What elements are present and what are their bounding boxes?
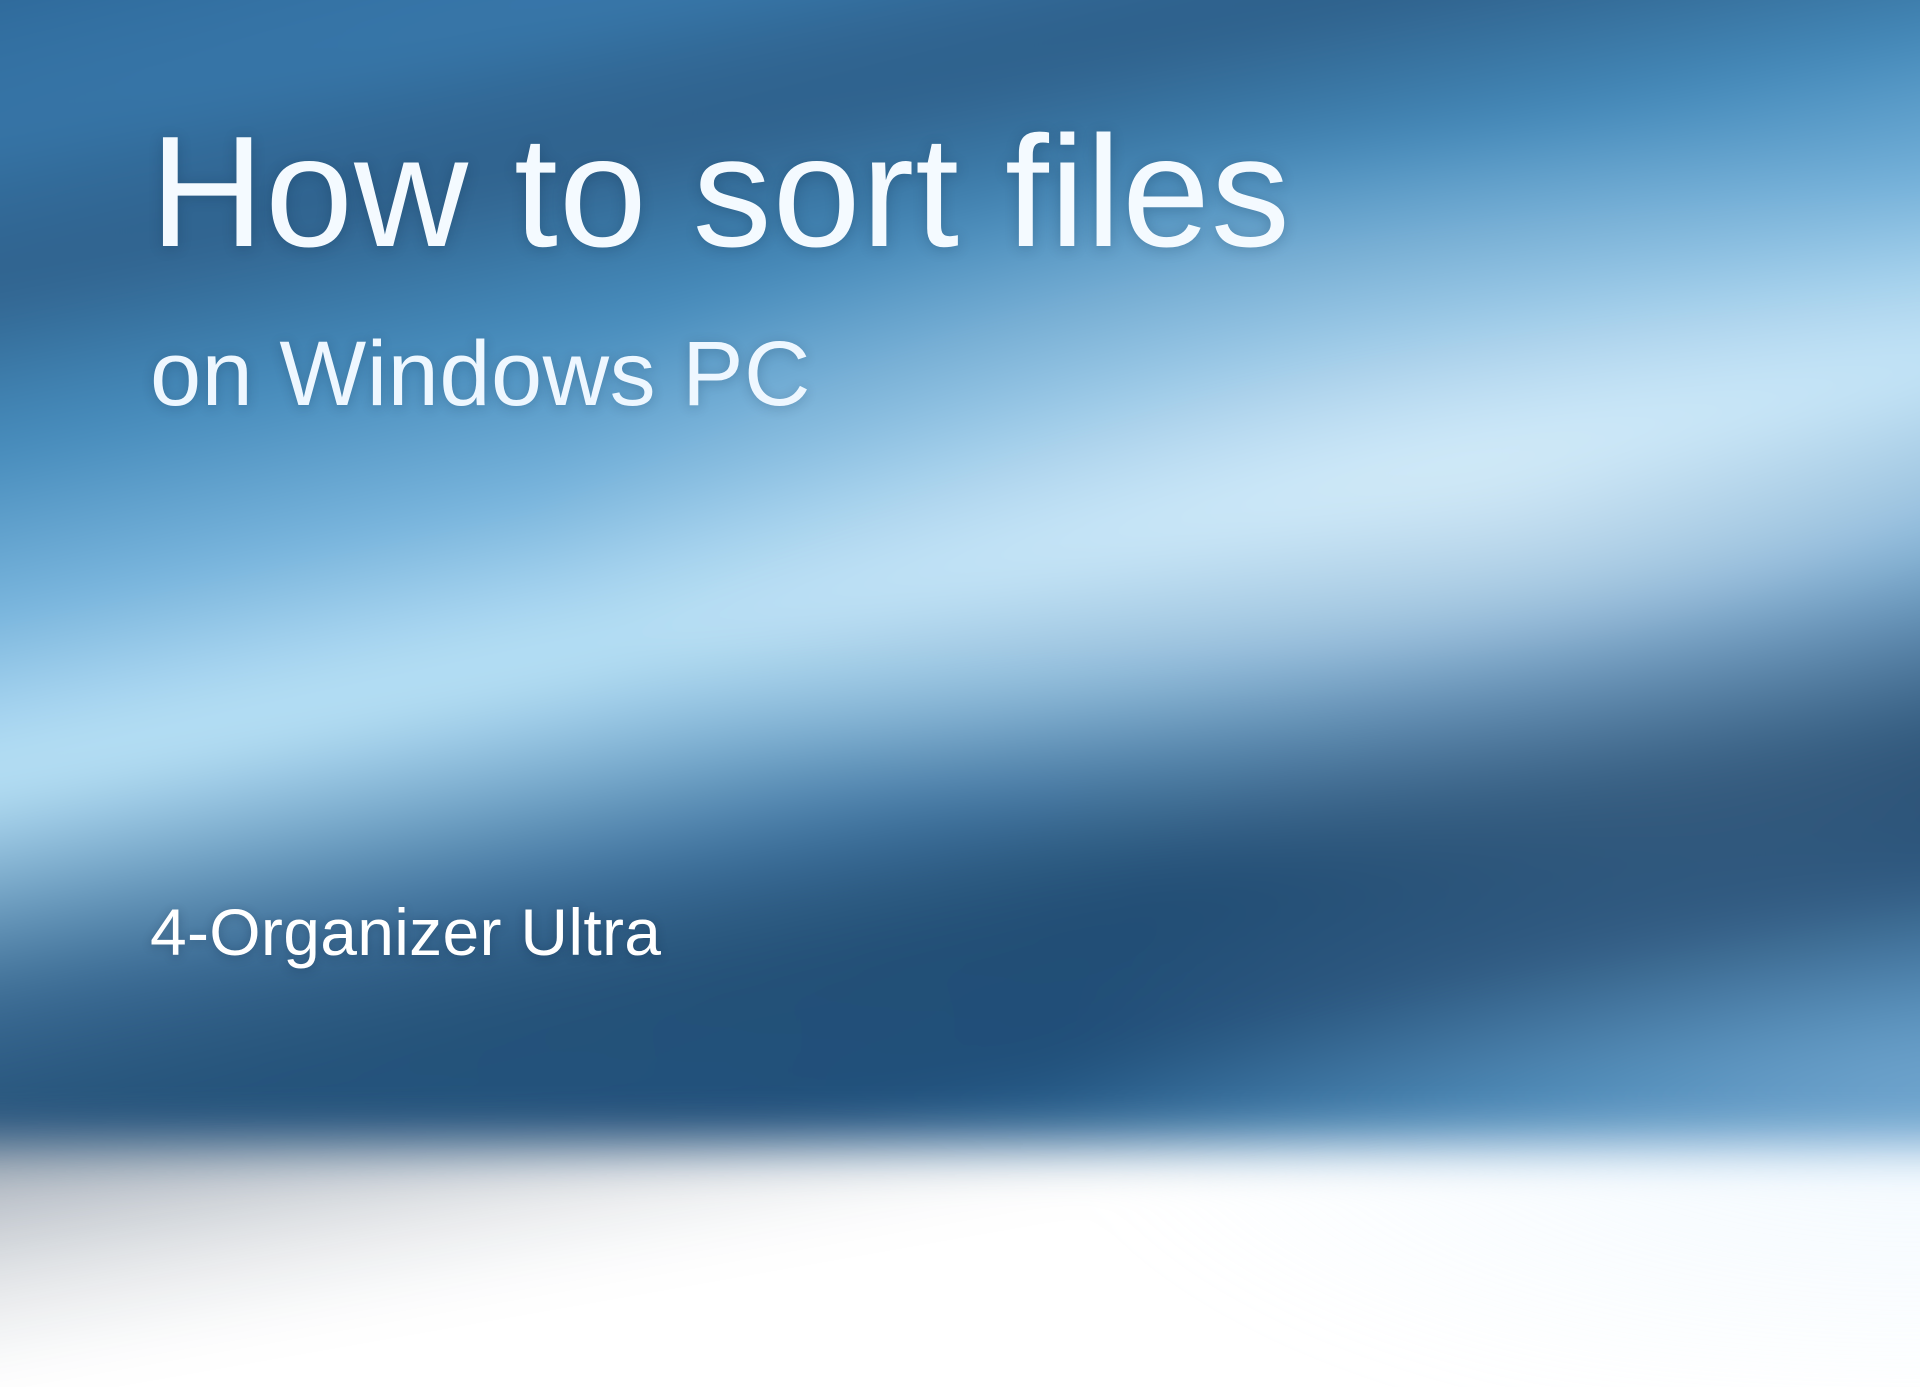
product-name: 4-Organizer Ultra: [150, 894, 1770, 970]
slide-title: How to sort files: [150, 110, 1770, 276]
slide-content: How to sort files on Windows PC 4-Organi…: [0, 0, 1920, 1080]
slide-subtitle: on Windows PC: [150, 322, 1770, 427]
layout-spacer: [150, 427, 1770, 894]
